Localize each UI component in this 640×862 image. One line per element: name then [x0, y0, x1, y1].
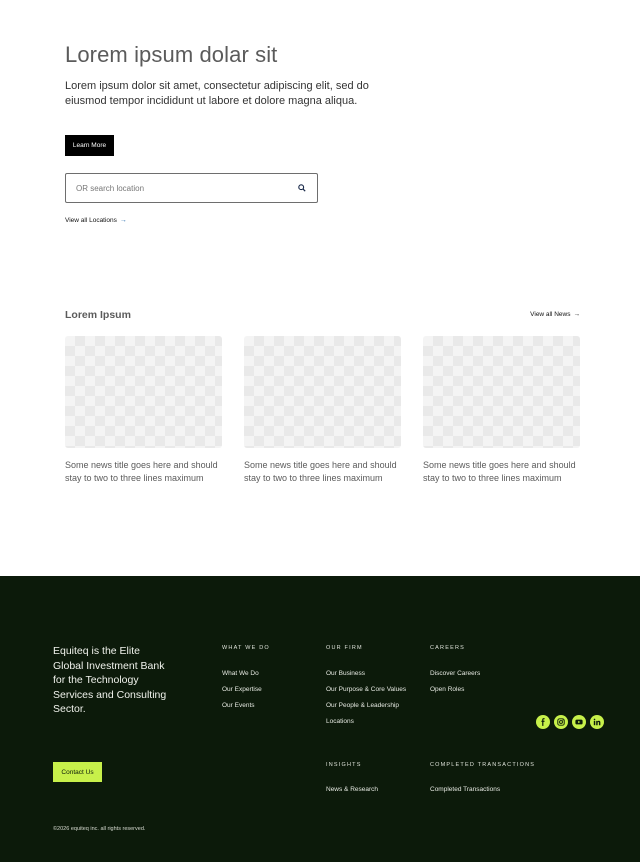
footer-tagline: Equiteq is the Elite Global Investment B… [53, 645, 167, 715]
page-title: Lorem ipsum dolar sit [65, 42, 278, 67]
footer-heading-careers: CAREERS [430, 645, 465, 651]
news-card-title: Some news title goes here and should sta… [244, 460, 397, 483]
view-locations-label: View all Locations [65, 217, 117, 224]
news-card[interactable]: Some news title goes here and should sta… [423, 336, 580, 484]
view-news-label: View all News [530, 311, 571, 318]
footer-link-discover-careers[interactable]: Discover Careers [430, 670, 480, 677]
footer-link-people-leadership[interactable]: Our People & Leadership [326, 702, 399, 709]
news-card[interactable]: Some news title goes here and should sta… [65, 336, 222, 484]
footer-heading-insights: INSIGHTS [326, 762, 362, 768]
copyright-text: ©2026 equiteq inc. all rights reserved. [53, 826, 146, 832]
footer-link-locations[interactable]: Locations [326, 718, 354, 725]
footer-link-completed-transactions[interactable]: Completed Transactions [430, 786, 500, 793]
search-input[interactable] [76, 183, 297, 193]
footer-heading-completed-transactions: COMPLETED TRANSACTIONS [430, 762, 536, 768]
footer-link-our-expertise[interactable]: Our Expertise [222, 686, 262, 693]
news-card-title: Some news title goes here and should sta… [423, 460, 576, 483]
footer-heading-our-firm: OUR FIRM [326, 645, 363, 651]
social-links [536, 715, 604, 729]
news-section-heading: Lorem Ipsum [65, 309, 131, 321]
hero-subtitle: Lorem ipsum dolor sit amet, consectetur … [65, 80, 369, 107]
footer-link-our-events[interactable]: Our Events [222, 702, 255, 709]
footer-link-news-research[interactable]: News & Research [326, 786, 378, 793]
news-thumbnail-placeholder [244, 336, 401, 448]
site-footer: Equiteq is the Elite Global Investment B… [0, 576, 640, 862]
facebook-icon[interactable] [536, 715, 550, 729]
arrow-right-icon: → [119, 217, 127, 224]
news-card[interactable]: Some news title goes here and should sta… [244, 336, 401, 484]
contact-us-button[interactable]: Contact Us [53, 762, 102, 782]
youtube-icon[interactable] [572, 715, 586, 729]
footer-heading-what-we-do: WHAT WE DO [222, 645, 270, 651]
footer-link-what-we-do[interactable]: What We Do [222, 670, 259, 677]
footer-link-open-roles[interactable]: Open Roles [430, 686, 464, 693]
learn-more-button[interactable]: Learn More [65, 135, 114, 156]
news-card-title: Some news title goes here and should sta… [65, 460, 218, 483]
view-all-locations-link[interactable]: View all Locations → [65, 217, 127, 224]
linkedin-icon[interactable] [590, 715, 604, 729]
news-thumbnail-placeholder [65, 336, 222, 448]
footer-link-purpose-values[interactable]: Our Purpose & Core Values [326, 686, 406, 693]
footer-link-our-business[interactable]: Our Business [326, 670, 365, 677]
instagram-icon[interactable] [554, 715, 568, 729]
news-thumbnail-placeholder [423, 336, 580, 448]
search-icon[interactable] [297, 183, 307, 193]
arrow-right-icon: → [573, 311, 581, 318]
location-search [65, 173, 318, 203]
view-all-news-link[interactable]: View all News → [530, 311, 580, 318]
